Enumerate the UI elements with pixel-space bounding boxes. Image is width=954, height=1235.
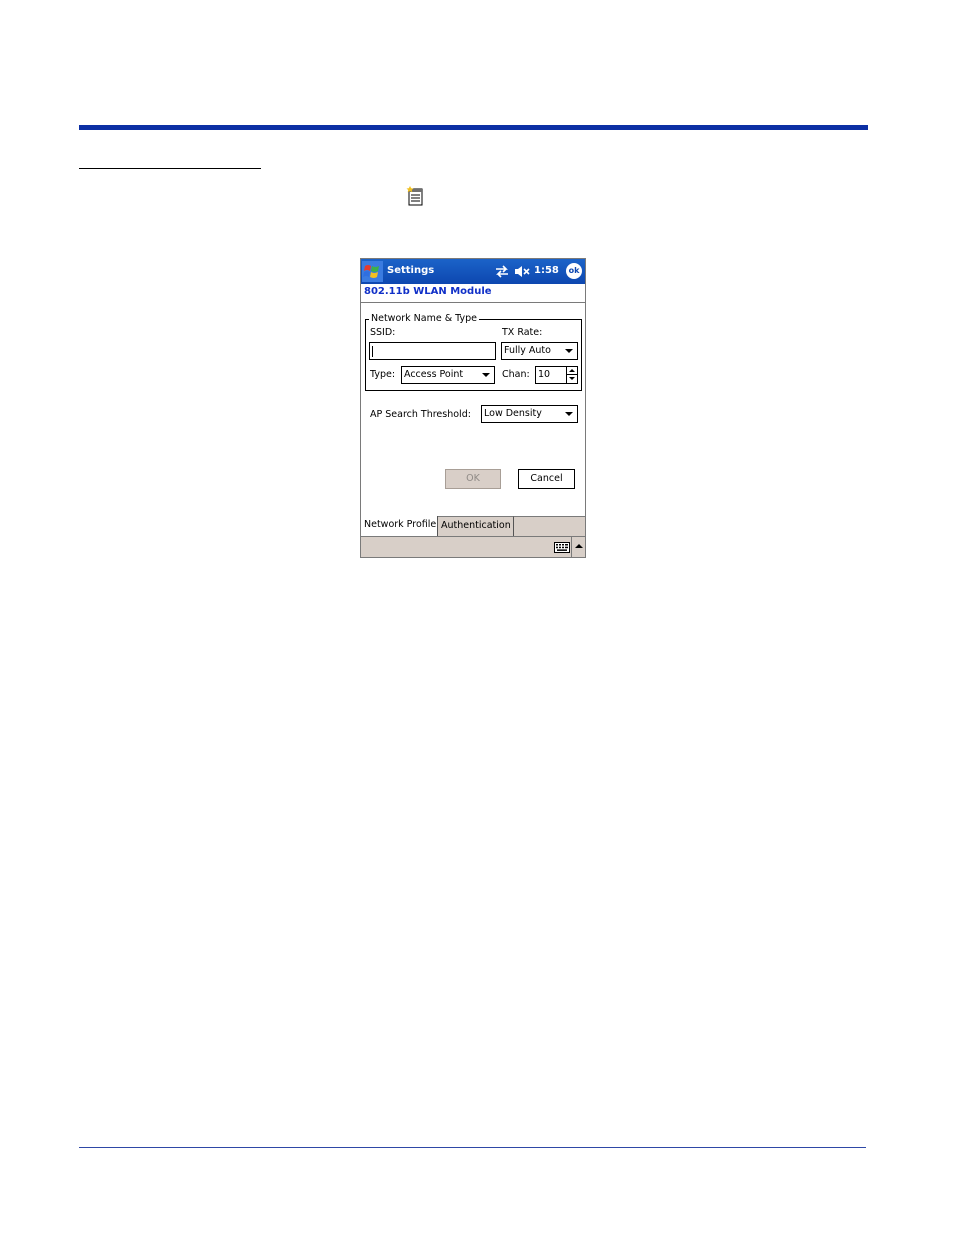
tab-authentication[interactable]: Authentication	[438, 516, 514, 536]
chevron-down-icon	[482, 373, 490, 377]
notepad-icon	[406, 186, 423, 206]
cancel-button[interactable]: Cancel	[518, 469, 575, 489]
type-label: Type:	[370, 369, 396, 380]
ok-button[interactable]: OK	[445, 469, 501, 489]
pocket-pc-screen: Settings 1:58 ok 802.11b WLAN Module Net…	[360, 258, 586, 558]
spin-down-icon[interactable]	[566, 375, 577, 383]
ap-search-threshold-dropdown[interactable]: Low Density	[481, 405, 578, 423]
window-title: Settings	[387, 265, 435, 276]
tx-rate-dropdown[interactable]: Fully Auto	[501, 342, 578, 360]
group-legend: Network Name & Type	[369, 313, 479, 324]
channel-value: 10	[538, 369, 551, 380]
windows-flag-icon[interactable]	[362, 261, 383, 282]
ssid-label: SSID:	[370, 327, 396, 338]
ap-search-threshold-label: AP Search Threshold:	[370, 409, 471, 420]
footer-rule	[79, 1147, 866, 1148]
header-rule	[79, 125, 868, 130]
type-dropdown[interactable]: Access Point	[401, 366, 495, 384]
tab-strip: Network Profile Authentication	[361, 516, 585, 536]
ok-close-button[interactable]: ok	[566, 263, 582, 279]
menu-bar	[361, 536, 585, 557]
page-title: 802.11b WLAN Module	[364, 286, 492, 297]
chevron-down-icon	[565, 349, 573, 353]
type-value: Access Point	[404, 369, 464, 380]
ap-search-threshold-value: Low Density	[484, 408, 542, 419]
spin-up-icon[interactable]	[566, 367, 577, 375]
section-heading-underline	[79, 168, 261, 169]
tab-network-profile[interactable]: Network Profile	[361, 516, 438, 536]
connection-arrows-icon[interactable]	[495, 265, 509, 278]
chevron-down-icon	[565, 412, 573, 416]
keyboard-icon[interactable]	[554, 542, 570, 553]
chan-label: Chan:	[502, 369, 530, 380]
header-divider	[361, 302, 585, 303]
up-arrow-icon[interactable]	[571, 537, 585, 557]
speaker-muted-icon[interactable]	[514, 265, 531, 278]
clock[interactable]: 1:58	[534, 265, 559, 276]
text-caret	[372, 346, 373, 357]
title-bar: Settings 1:58 ok	[361, 259, 585, 284]
tx-rate-label: TX Rate:	[502, 327, 543, 338]
tx-rate-value: Fully Auto	[504, 345, 551, 356]
channel-stepper[interactable]: 10	[535, 366, 578, 384]
ssid-input[interactable]	[369, 342, 496, 360]
